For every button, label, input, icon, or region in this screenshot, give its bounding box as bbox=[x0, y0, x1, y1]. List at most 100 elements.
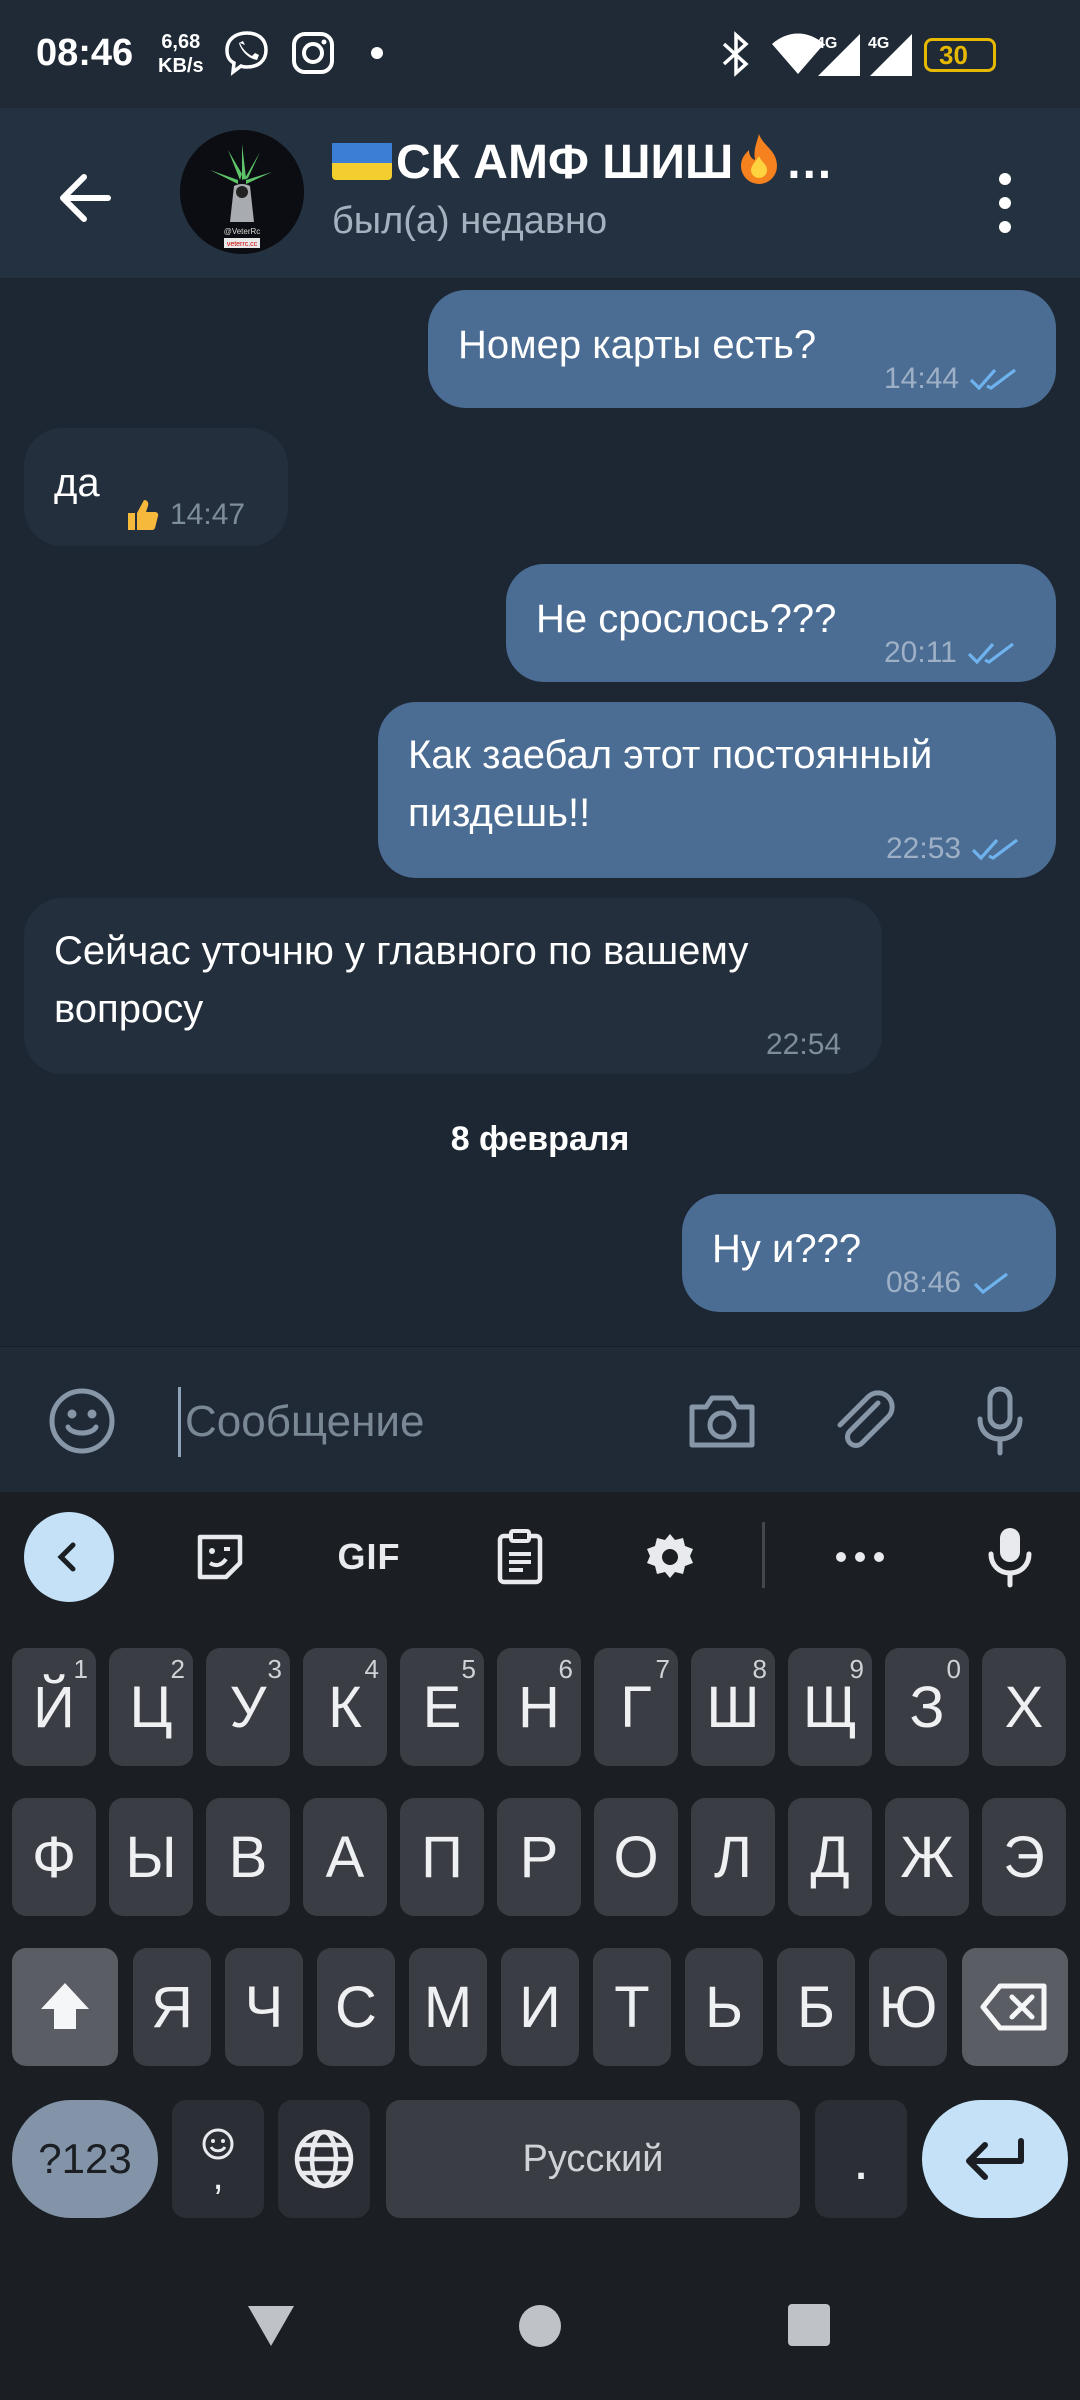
more-options-button[interactable] bbox=[820, 1512, 900, 1602]
message-list[interactable]: Номер карты есть? 14:44 да 14:47 Не срос… bbox=[0, 278, 1080, 1346]
cannabis-leaf-icon: @VeterRc veterrc.cc bbox=[180, 130, 304, 254]
key-и[interactable]: И bbox=[501, 1948, 579, 2066]
microphone-icon[interactable] bbox=[962, 1383, 1038, 1459]
key-д[interactable]: Д bbox=[788, 1798, 872, 1916]
enter-arrow-icon bbox=[966, 2138, 1024, 2180]
key-ш[interactable]: Ш8 bbox=[691, 1648, 775, 1766]
svg-text:4G: 4G bbox=[816, 35, 837, 52]
enter-key[interactable] bbox=[922, 2100, 1068, 2218]
backspace-key[interactable] bbox=[962, 1948, 1068, 2066]
nav-home-icon[interactable] bbox=[516, 2302, 564, 2350]
key-ц[interactable]: Ц2 bbox=[109, 1648, 193, 1766]
message-input[interactable] bbox=[178, 1387, 658, 1457]
keyboard-toolbar: GIF bbox=[0, 1492, 1080, 1622]
message-time: 08:46 bbox=[886, 1266, 962, 1299]
clipboard-icon bbox=[497, 1529, 543, 1585]
period-key[interactable]: . bbox=[815, 2100, 907, 2218]
key-ч[interactable]: Ч bbox=[225, 1948, 303, 2066]
key-щ[interactable]: Щ9 bbox=[788, 1648, 872, 1766]
chat-status: был(а) недавно bbox=[332, 200, 608, 242]
double-check-icon bbox=[967, 642, 1014, 665]
camera-icon[interactable] bbox=[684, 1383, 760, 1459]
instagram-icon bbox=[292, 32, 334, 74]
language-key[interactable] bbox=[278, 2100, 370, 2218]
key-к[interactable]: К4 bbox=[303, 1648, 387, 1766]
message-time: 22:54 bbox=[766, 1028, 842, 1061]
key-о[interactable]: О bbox=[594, 1798, 678, 1916]
gear-icon bbox=[647, 1534, 693, 1578]
key-ж[interactable]: Ж bbox=[885, 1798, 969, 1916]
keyboard-collapse-button[interactable] bbox=[24, 1512, 114, 1602]
chat-title[interactable]: СК АМФ ШИШ … bbox=[332, 132, 833, 190]
key-ф[interactable]: Ф bbox=[12, 1798, 96, 1916]
message-text: Как заебал этот постоянный пиздешь!! bbox=[408, 733, 933, 835]
nav-back-icon[interactable] bbox=[246, 2302, 296, 2348]
message-outgoing[interactable]: Ну и??? 08:46 bbox=[682, 1194, 1056, 1312]
network-speed: 6,68 KB/s bbox=[158, 30, 204, 78]
attach-paperclip-icon[interactable] bbox=[826, 1383, 902, 1459]
message-text: Номер карты есть? bbox=[458, 323, 817, 367]
thumbs-up-icon bbox=[128, 500, 159, 530]
key-ы[interactable]: Ы bbox=[109, 1798, 193, 1916]
key-э[interactable]: Э bbox=[982, 1798, 1066, 1916]
more-vertical-icon[interactable] bbox=[985, 163, 1025, 243]
notification-dot-icon bbox=[371, 47, 383, 59]
key-е[interactable]: Е5 bbox=[400, 1648, 484, 1766]
key-р[interactable]: Р bbox=[497, 1798, 581, 1916]
toolbar-divider bbox=[762, 1522, 765, 1588]
key-я[interactable]: Я bbox=[133, 1948, 211, 2066]
voice-input-button[interactable] bbox=[970, 1512, 1050, 1602]
message-outgoing[interactable]: Номер карты есть? 14:44 bbox=[428, 290, 1056, 408]
emoji-icon[interactable] bbox=[44, 1383, 120, 1459]
chevron-left-icon bbox=[57, 1542, 76, 1572]
key-х[interactable]: Х bbox=[982, 1648, 1066, 1766]
avatar[interactable]: @VeterRc veterrc.cc bbox=[180, 130, 304, 254]
double-check-icon bbox=[971, 838, 1019, 861]
battery-level: 30 bbox=[939, 40, 968, 70]
key-й[interactable]: Й1 bbox=[12, 1648, 96, 1766]
message-text: да bbox=[54, 461, 100, 505]
status-time: 08:46 bbox=[36, 32, 134, 74]
symbols-key[interactable]: ?123 bbox=[12, 2100, 158, 2218]
speed-value: 6,68 bbox=[161, 31, 201, 53]
message-outgoing[interactable]: Не срослось??? 20:11 bbox=[506, 564, 1056, 682]
key-б[interactable]: Б bbox=[777, 1948, 855, 2066]
key-н[interactable]: Н6 bbox=[497, 1648, 581, 1766]
shift-arrow-icon bbox=[41, 1983, 89, 2029]
ukraine-flag-icon bbox=[332, 140, 392, 180]
key-з[interactable]: З0 bbox=[885, 1648, 969, 1766]
message-incoming[interactable]: да 14:47 bbox=[24, 428, 288, 546]
message-text: Сейчас уточню у главного по вашему вопро… bbox=[54, 929, 749, 1031]
chat-header: @VeterRc veterrc.cc СК АМФ ШИШ … был(а) … bbox=[0, 108, 1080, 278]
key-ю[interactable]: Ю bbox=[869, 1948, 947, 2066]
keyboard-settings-button[interactable] bbox=[630, 1512, 710, 1602]
key-г[interactable]: Г7 bbox=[594, 1648, 678, 1766]
message-outgoing[interactable]: Как заебал этот постоянный пиздешь!! 22:… bbox=[378, 702, 1056, 878]
message-time: 20:11 bbox=[884, 636, 957, 669]
sticker-button[interactable] bbox=[180, 1512, 260, 1602]
status-bar: 08:46 6,68 KB/s 4G 4G 30 bbox=[0, 0, 1080, 108]
key-у[interactable]: У3 bbox=[206, 1648, 290, 1766]
shift-key[interactable] bbox=[12, 1948, 118, 2066]
clipboard-button[interactable] bbox=[480, 1512, 560, 1602]
signal-icon-1: 4G bbox=[816, 34, 860, 76]
key-а[interactable]: А bbox=[303, 1798, 387, 1916]
key-м[interactable]: М bbox=[409, 1948, 487, 2066]
bluetooth-icon bbox=[722, 31, 749, 77]
back-arrow-icon[interactable] bbox=[50, 163, 120, 233]
message-time: 14:47 bbox=[170, 498, 246, 531]
key-в[interactable]: В bbox=[206, 1798, 290, 1916]
message-text: Не срослось??? bbox=[536, 597, 837, 641]
key-с[interactable]: С bbox=[317, 1948, 395, 2066]
message-incoming[interactable]: Сейчас уточню у главного по вашему вопро… bbox=[24, 898, 882, 1074]
key-п[interactable]: П bbox=[400, 1798, 484, 1916]
nav-recents-icon[interactable] bbox=[786, 2302, 832, 2348]
message-time: 22:53 bbox=[886, 832, 962, 865]
emoji-comma-key[interactable]: , bbox=[172, 2100, 264, 2218]
space-key[interactable]: Русский bbox=[386, 2100, 800, 2218]
key-ь[interactable]: Ь bbox=[685, 1948, 763, 2066]
key-т[interactable]: Т bbox=[593, 1948, 671, 2066]
key-л[interactable]: Л bbox=[691, 1798, 775, 1916]
gif-button[interactable]: GIF bbox=[324, 1512, 414, 1602]
chat-title-ellipsis: … bbox=[785, 136, 834, 189]
